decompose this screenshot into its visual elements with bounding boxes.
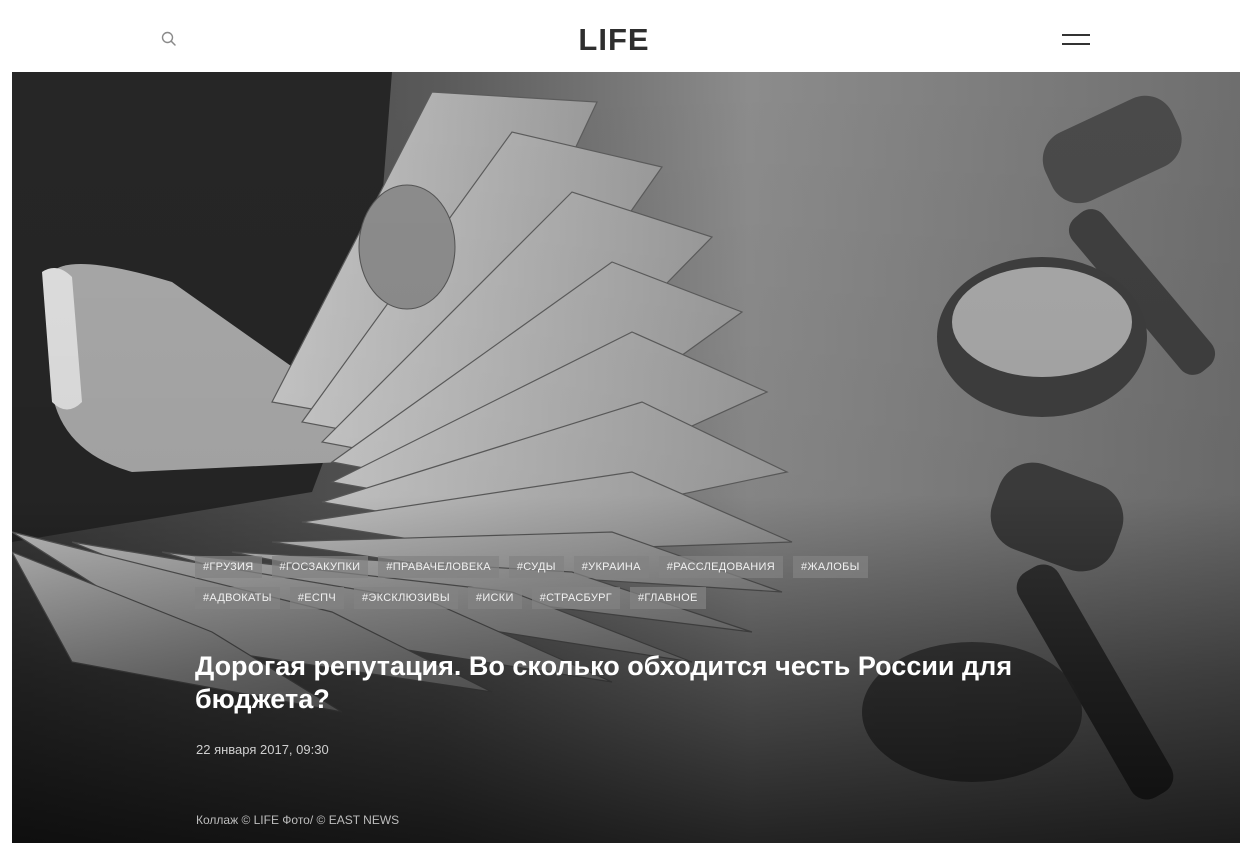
tag-pravacheloveka[interactable]: #ПРАВАЧЕЛОВЕКА — [378, 556, 499, 578]
tag-eksklyuzivy[interactable]: #ЭКСКЛЮЗИВЫ — [353, 587, 458, 609]
site-logo[interactable]: LIFE — [574, 22, 654, 58]
page: LIFE #ГРУЗИЯ #ГОСЗАКУПКИ #ПРАВАЧЕЛОВЕКА … — [0, 0, 1244, 843]
tag-strasburg[interactable]: #СТРАСБУРГ — [531, 587, 621, 609]
tag-iski[interactable]: #ИСКИ — [467, 587, 522, 609]
tag-espch[interactable]: #ЕСПЧ — [289, 587, 344, 609]
tag-rassledovaniya[interactable]: #РАССЛЕДОВАНИЯ — [658, 556, 783, 578]
photo-credit: Коллаж © LIFE Фото/ © EAST NEWS — [196, 813, 400, 827]
tag-row-1: #ГРУЗИЯ #ГОСЗАКУПКИ #ПРАВАЧЕЛОВЕКА #СУДЫ… — [195, 556, 1025, 578]
tag-advokaty[interactable]: #АДВОКАТЫ — [195, 587, 280, 609]
article-title[interactable]: Дорогая репутация. Во сколько обходится … — [195, 650, 1055, 716]
search-button[interactable] — [160, 30, 180, 50]
menu-button[interactable] — [1062, 34, 1094, 52]
tag-zhaloby[interactable]: #ЖАЛОБЫ — [793, 556, 868, 578]
tag-sudy[interactable]: #СУДЫ — [508, 556, 564, 578]
search-icon — [161, 31, 176, 46]
hero-image — [12, 72, 1240, 843]
tag-list: #ГРУЗИЯ #ГОСЗАКУПКИ #ПРАВАЧЕЛОВЕКА #СУДЫ… — [195, 556, 1025, 618]
site-header: LIFE — [0, 0, 1244, 72]
tag-glavnoe[interactable]: #ГЛАВНОЕ — [630, 587, 706, 609]
tag-goszakupki[interactable]: #ГОСЗАКУПКИ — [271, 556, 369, 578]
hero-article[interactable]: #ГРУЗИЯ #ГОСЗАКУПКИ #ПРАВАЧЕЛОВЕКА #СУДЫ… — [12, 72, 1240, 843]
tag-row-2: #АДВОКАТЫ #ЕСПЧ #ЭКСКЛЮЗИВЫ #ИСКИ #СТРАС… — [195, 587, 1025, 609]
tag-gruziya[interactable]: #ГРУЗИЯ — [195, 556, 262, 578]
tag-ukraina[interactable]: #УКРАИНА — [573, 556, 649, 578]
article-date: 22 января 2017, 09:30 — [196, 742, 329, 757]
